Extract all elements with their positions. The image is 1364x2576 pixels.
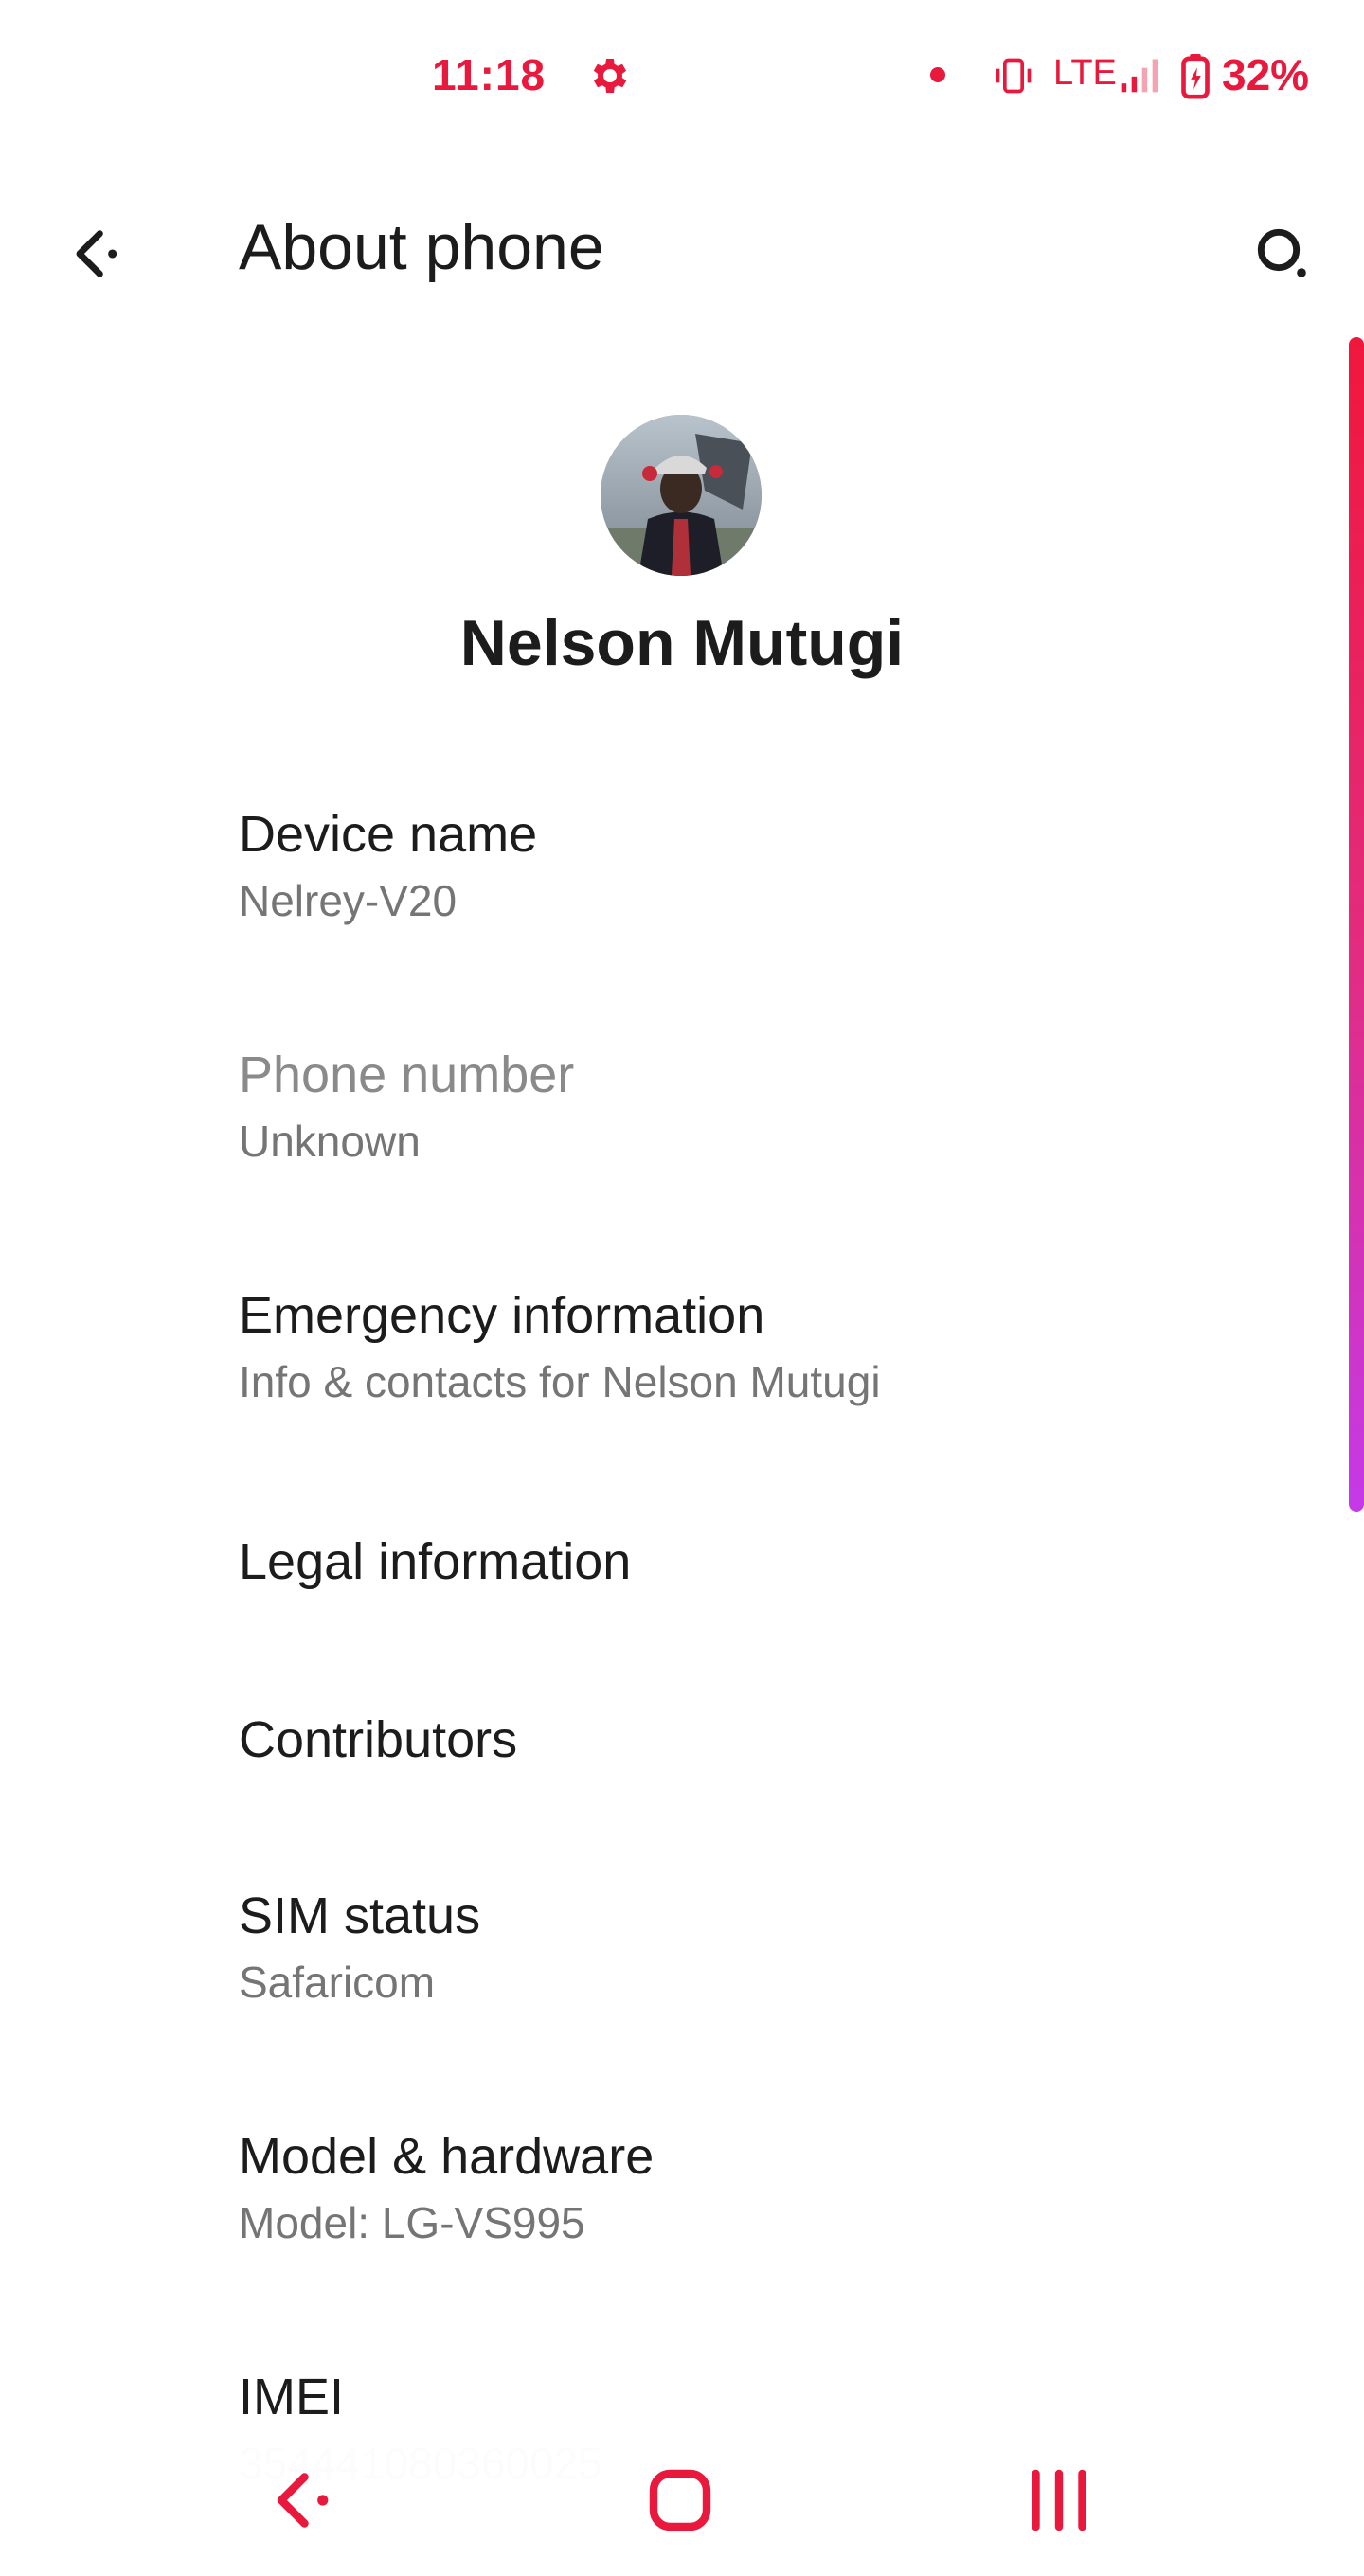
setting-summary: Nelrey-V20 xyxy=(239,876,458,925)
setting-title: Legal information xyxy=(239,1533,632,1590)
device-name-item[interactable]: Device name Nelrey-V20 xyxy=(0,777,1326,994)
navigation-bar xyxy=(0,2424,1364,2576)
setting-title: Emergency information xyxy=(239,1287,765,1344)
sim-status-item[interactable]: SIM status Safaricom xyxy=(0,1860,1326,2078)
vibrate-icon xyxy=(996,58,1032,94)
setting-summary: Info & contacts for Nelson Mutugi xyxy=(239,1357,881,1406)
setting-summary: Model: LG-VS995 xyxy=(239,2198,585,2247)
phone-number-item: Phone number Unknown xyxy=(0,1017,1326,1235)
setting-title: SIM status xyxy=(239,1887,481,1944)
model-hardware-item[interactable]: Model & hardware Model: LG-VS995 xyxy=(0,2101,1326,2318)
legal-information-item[interactable]: Legal information xyxy=(0,1506,1326,1667)
emergency-information-item[interactable]: Emergency information Info & contacts fo… xyxy=(0,1258,1326,1476)
nav-back-icon[interactable] xyxy=(261,2460,341,2540)
setting-summary: Unknown xyxy=(239,1117,421,1166)
back-arrow-icon xyxy=(76,230,117,277)
gear-icon xyxy=(593,59,627,93)
setting-title: Device name xyxy=(239,806,538,863)
back-button[interactable] xyxy=(49,208,140,299)
avatar[interactable] xyxy=(601,415,762,576)
network-type: LTE xyxy=(1053,53,1117,93)
status-bar: 11:18 LTE 32% xyxy=(0,0,1364,156)
battery-charging-icon xyxy=(1181,53,1210,99)
setting-title: IMEI xyxy=(239,2369,345,2425)
profile-name: Nelson Mutugi xyxy=(459,607,905,679)
setting-title: Phone number xyxy=(239,1046,575,1103)
setting-summary: Safaricom xyxy=(239,1958,436,2007)
contributors-item[interactable]: Contributors xyxy=(0,1684,1326,1845)
search-icon xyxy=(1257,228,1306,277)
page-title: About phone xyxy=(239,211,604,283)
status-time: 11:18 xyxy=(432,50,547,99)
nav-home-icon[interactable] xyxy=(640,2460,720,2540)
nav-recents-icon[interactable] xyxy=(1019,2460,1099,2540)
setting-title: Model & hardware xyxy=(239,2128,655,2185)
app-bar: About phone xyxy=(0,161,1364,331)
profile-photo xyxy=(601,415,762,576)
signal-icon xyxy=(1121,59,1158,93)
search-button[interactable] xyxy=(1237,208,1328,299)
battery-level: 32% xyxy=(1222,50,1310,99)
about-phone-screen: 11:18 LTE 32% About phone Nelson Mutugi … xyxy=(0,0,1364,2576)
notification-dot-icon xyxy=(930,67,945,82)
scrollbar[interactable] xyxy=(1349,337,1364,1512)
setting-title: Contributors xyxy=(239,1711,518,1768)
